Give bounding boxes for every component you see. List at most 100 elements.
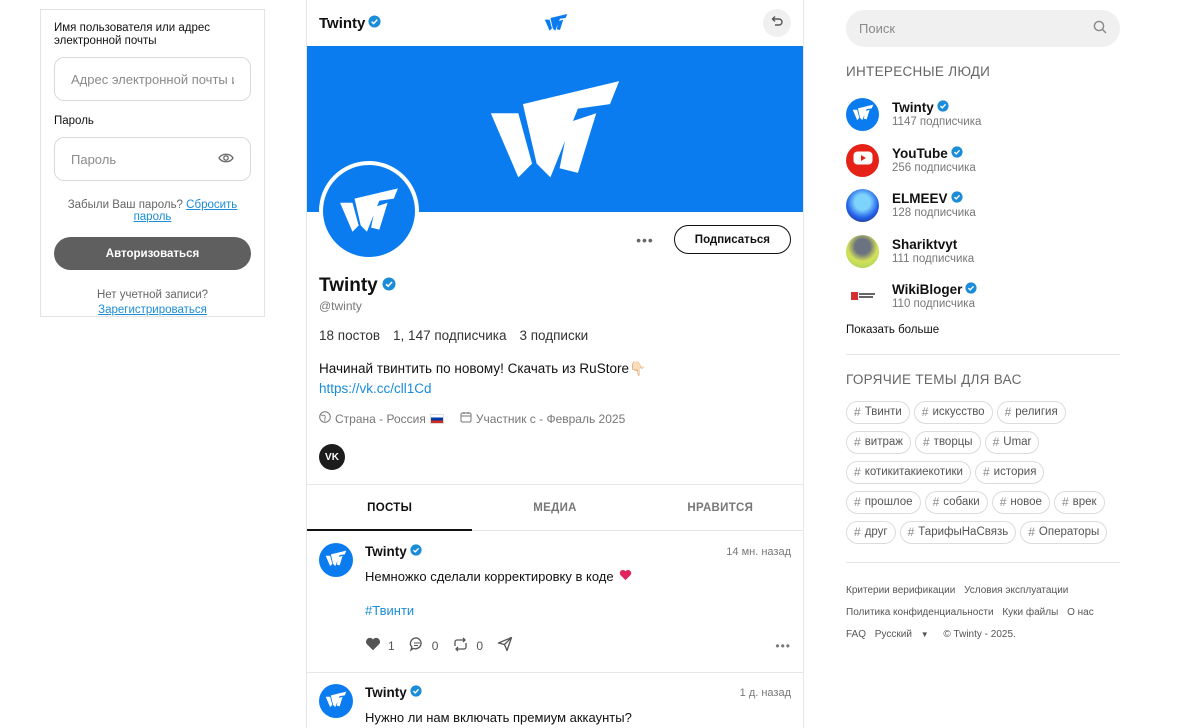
cookies-link[interactable]: Куки файлы (1002, 607, 1058, 618)
username-placeholder: Адрес электронной почты и... (71, 71, 234, 87)
post-avatar[interactable] (319, 684, 353, 718)
verified-icon (937, 100, 949, 115)
terms-link[interactable]: Условия эксплуатации (964, 585, 1068, 596)
tab-media[interactable]: МЕДИА (472, 485, 637, 530)
person-item[interactable]: ELMEEV 128 подписчика (846, 183, 1120, 229)
avatar (846, 143, 879, 177)
faq-link[interactable]: FAQ (846, 629, 866, 640)
country-item: Страна - Россия (319, 411, 444, 426)
following-count[interactable]: 3 подписки (519, 328, 588, 343)
show-more-link[interactable]: Показать больше (846, 324, 1120, 336)
profile-avatar[interactable] (319, 161, 419, 261)
globe-icon (319, 411, 331, 426)
profile-column: Twinty ••• Подписаться Twinty @twinty 18… (306, 0, 804, 728)
person-item[interactable]: YouTube 256 подписчика (846, 138, 1120, 184)
topic-chip[interactable]: # Umar (984, 430, 1040, 454)
person-item[interactable]: Shariktvyt 111 подписчика (846, 229, 1120, 275)
twinty-logo-icon[interactable] (544, 12, 568, 37)
topic-chip[interactable]: # ТарифыНаСвязь (899, 520, 1017, 544)
person-item[interactable]: Twinty 1147 подписчика (846, 92, 1120, 138)
topic-chip[interactable]: # творцы (914, 430, 981, 454)
topic-chip[interactable]: # искусство (913, 400, 993, 424)
post-author[interactable]: Twinty (365, 544, 407, 559)
topic-chip[interactable]: # религия (996, 400, 1066, 424)
twinty-post-logo-icon (325, 549, 347, 572)
post-item[interactable]: Twinty 14 мн. назад Немножко сделали кор… (307, 531, 803, 672)
privacy-link[interactable]: Политика конфиденциальности (846, 607, 994, 618)
profile-stats: 18 постов 1, 147 подписчика 3 подписки (319, 328, 789, 343)
about-link[interactable]: О нас (1067, 607, 1094, 618)
comment-count: 0 (431, 638, 439, 653)
topic-chip[interactable]: # собаки (924, 490, 988, 514)
post-hashtag[interactable]: #Твинти (365, 603, 414, 618)
avatar (846, 280, 879, 314)
profile-name-row: Twinty (319, 275, 789, 297)
chevron-down-icon: ▼ (920, 629, 929, 639)
like-button[interactable]: 1 (365, 637, 395, 654)
wikibloger-logo-icon (850, 288, 875, 306)
verified-icon (410, 544, 422, 559)
tab-posts[interactable]: ПОСТЫ (307, 485, 473, 531)
post-item[interactable]: Twinty 1 д. назад Нужно ли нам включать … (307, 672, 803, 728)
topic-chip[interactable]: # котикитакиекотики (846, 460, 971, 484)
post-more-icon[interactable]: ••• (775, 639, 791, 653)
post-text: Нужно ли нам включать премиум аккаунты? (365, 710, 632, 725)
share-button[interactable] (497, 636, 513, 655)
search-icon[interactable] (1093, 20, 1107, 37)
hashtag-icon: # (921, 405, 929, 419)
password-input[interactable]: Пароль (54, 137, 251, 181)
send-icon (497, 636, 513, 655)
back-button[interactable] (763, 9, 791, 37)
posts-count[interactable]: 18 постов (319, 328, 380, 343)
post-author[interactable]: Twinty (365, 685, 407, 700)
topic-chip[interactable]: # витраж (846, 430, 911, 454)
tab-likes[interactable]: НРАВИТСЯ (638, 485, 803, 530)
hashtag-icon: # (992, 435, 1000, 449)
login-button[interactable]: Авторизоваться (54, 237, 251, 270)
hashtag-icon: # (982, 465, 990, 479)
topic-label: врек (1072, 496, 1097, 508)
topic-label: искусство (932, 406, 985, 418)
forgot-password-text: Забыли Ваш пароль? (67, 199, 183, 211)
topic-label: прошлое (864, 496, 913, 508)
topic-chip[interactable]: # друг (846, 520, 896, 544)
post-avatar[interactable] (319, 543, 353, 577)
topic-chip[interactable]: # Операторы (1020, 520, 1108, 544)
followers-count[interactable]: 1, 147 подписчика (393, 328, 506, 343)
verified-icon (410, 685, 422, 700)
topic-chip[interactable]: # прошлое (846, 490, 921, 514)
register-link[interactable]: Зарегистрироваться (98, 304, 207, 316)
comment-button[interactable]: 0 (409, 636, 439, 655)
more-options-icon[interactable]: ••• (636, 232, 654, 248)
eye-icon[interactable] (218, 152, 234, 167)
topic-chip[interactable]: # Твинти (846, 400, 910, 424)
post-author-row: Twinty (365, 544, 422, 559)
topic-label: собаки (943, 496, 980, 508)
people-title: ИНТЕРЕСНЫЕ ЛЮДИ (846, 64, 991, 79)
person-name-row: ELMEEV (892, 191, 976, 206)
topic-label: Операторы (1038, 526, 1100, 538)
person-name: YouTube (892, 145, 948, 161)
subscribe-button[interactable]: Подписаться (673, 225, 791, 254)
verified-icon (382, 275, 396, 297)
red-heart-icon (619, 569, 632, 584)
username-input[interactable]: Адрес электронной почты и... (54, 57, 251, 101)
search-input[interactable]: Поиск (846, 10, 1120, 47)
no-account-text: Нет учетной записи? (96, 289, 209, 301)
language-select[interactable]: Русский ▼ (875, 629, 935, 640)
bio-link[interactable]: https://vk.cc/cll1Cd (319, 381, 432, 396)
topic-chip[interactable]: # новое (991, 490, 1050, 514)
twinty-avatar-logo-icon (338, 184, 400, 239)
topic-chip[interactable]: # история (974, 460, 1045, 484)
person-name-row: YouTube (892, 146, 976, 161)
hashtag-icon: # (854, 405, 861, 419)
like-count: 1 (388, 638, 395, 653)
profile-info: Twinty @twinty 18 постов 1, 147 подписчи… (319, 275, 789, 470)
person-name-row: WikiBloger (892, 282, 977, 297)
top-bar: Twinty (307, 0, 803, 46)
topic-chip[interactable]: # врек (1053, 490, 1105, 514)
person-item[interactable]: WikiBloger 110 подписчика (846, 274, 1120, 320)
vk-social-icon[interactable]: VK (319, 444, 345, 470)
repost-button[interactable]: 0 (452, 637, 483, 655)
verification-link[interactable]: Критерии верификации (846, 585, 955, 596)
